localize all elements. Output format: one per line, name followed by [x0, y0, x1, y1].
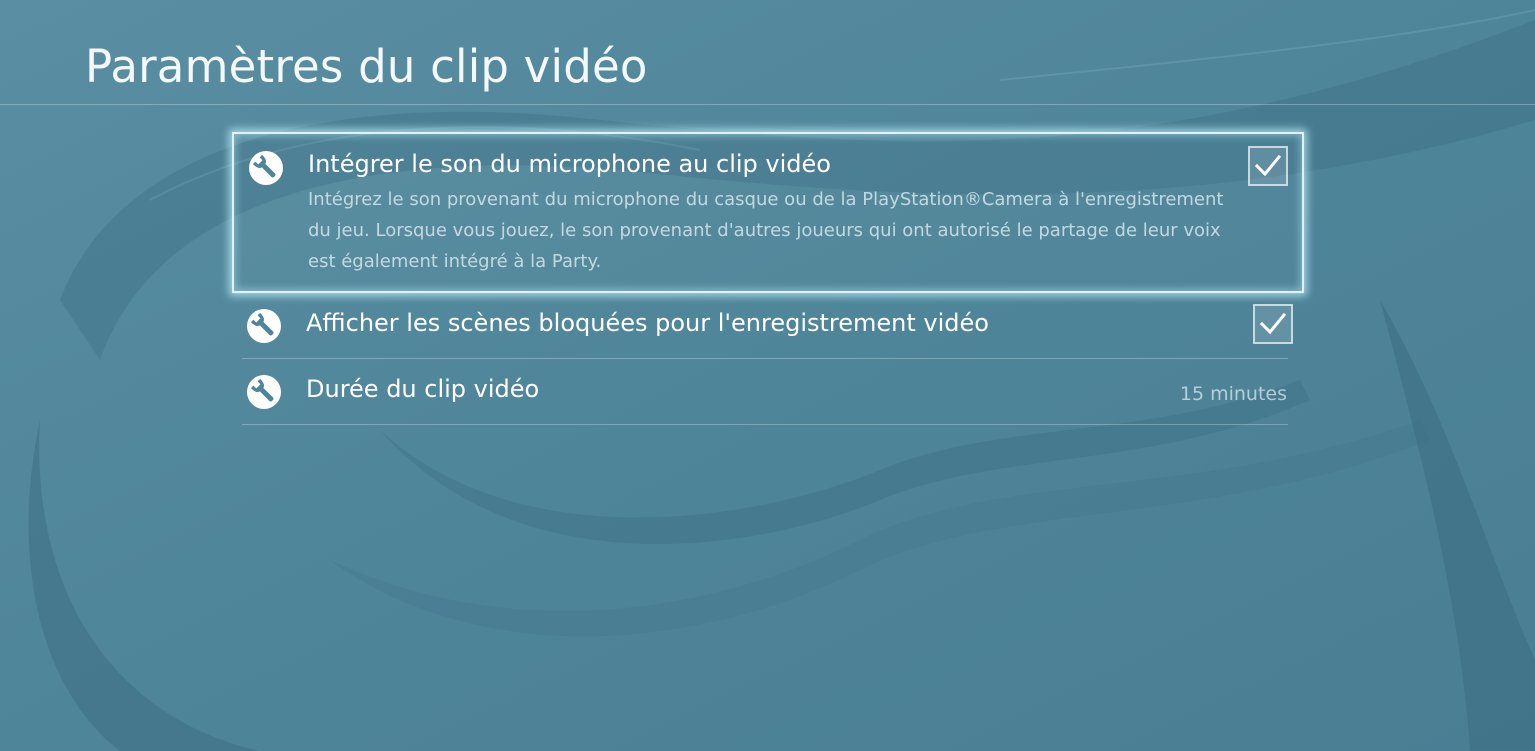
- checkmark-icon: [1254, 154, 1282, 177]
- checkbox-blocked-scenes[interactable]: [1253, 304, 1293, 344]
- settings-list: Intégrer le son du microphone au clip vi…: [232, 132, 1304, 425]
- setting-row-blocked-scenes[interactable]: Afficher les scènes bloquées pour l'enre…: [242, 293, 1293, 359]
- page-title: Paramètres du clip vidéo: [85, 40, 648, 93]
- checkmark-icon: [1259, 312, 1287, 335]
- checkbox-microphone-audio[interactable]: [1248, 146, 1288, 186]
- setting-label: Afficher les scènes bloquées pour l'enre…: [306, 309, 989, 337]
- setting-value: 15 minutes: [1179, 383, 1287, 405]
- title-divider: [0, 104, 1535, 105]
- setting-label: Intégrer le son du microphone au clip vi…: [308, 150, 831, 178]
- setting-row-clip-duration[interactable]: Durée du clip vidéo 15 minutes: [242, 359, 1288, 425]
- setting-description: Intégrez le son provenant du microphone …: [308, 189, 1224, 272]
- wrench-icon: [247, 309, 281, 343]
- setting-label: Durée du clip vidéo: [306, 375, 540, 403]
- wrench-icon: [249, 151, 283, 185]
- setting-row-microphone-audio[interactable]: Intégrer le son du microphone au clip vi…: [232, 132, 1304, 293]
- wrench-icon: [247, 375, 281, 409]
